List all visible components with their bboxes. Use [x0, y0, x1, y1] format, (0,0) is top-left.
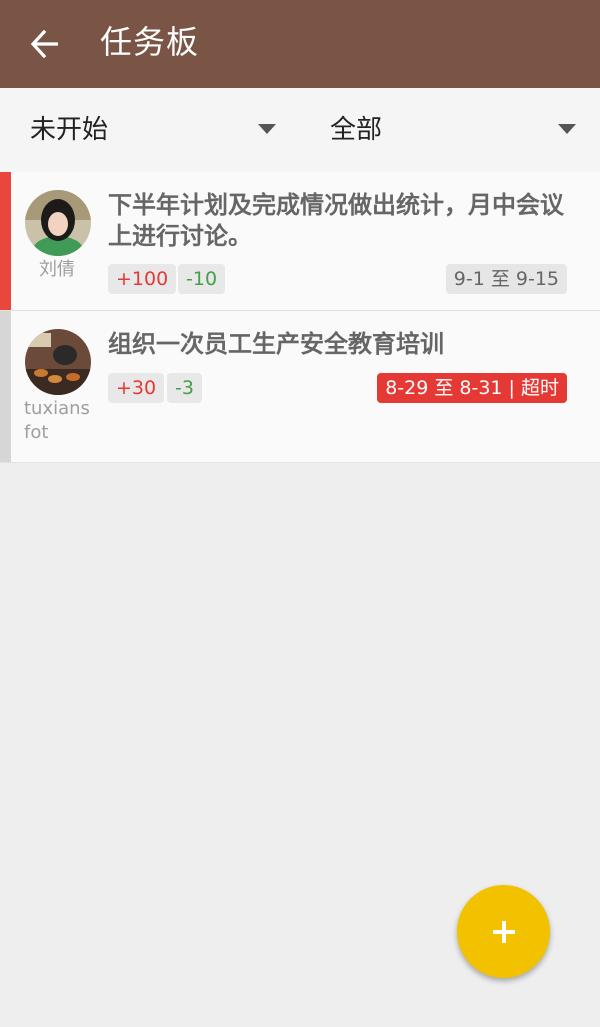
task-title: 组织一次员工生产安全教育培训: [108, 330, 444, 358]
penalty-points-badge: -10: [178, 264, 226, 294]
page-title: 任务板: [100, 23, 200, 61]
penalty-points-badge: -3: [167, 373, 202, 403]
app-bar: 任务板: [0, 0, 600, 88]
task-card[interactable]: 刘倩 下半年计划及完成情况做出统计，月中会议上进行讨论。 +100 -10 9-…: [0, 172, 600, 311]
arrow-left-icon: [30, 30, 58, 58]
filter-bar: 未开始 全部: [0, 88, 600, 173]
status-filter-label: 未开始: [30, 115, 109, 145]
reward-points-badge: +30: [108, 373, 165, 403]
date-range-badge: 9-1 至 9-15: [445, 264, 567, 294]
assignee-name: 刘倩: [39, 259, 75, 280]
avatar: [25, 329, 91, 395]
priority-stripe: [0, 172, 11, 310]
task-title: 下半年计划及完成情况做出统计，月中会议上进行讨论。: [108, 191, 564, 250]
add-task-button[interactable]: [457, 885, 550, 978]
plus-icon: [493, 921, 515, 943]
priority-stripe: [0, 311, 11, 462]
status-filter-dropdown[interactable]: 未开始: [30, 88, 276, 172]
overdue-date-badge: 8-29 至 8-31 | 超时: [377, 373, 567, 403]
scope-filter-dropdown[interactable]: 全部: [330, 88, 576, 172]
assignee-name: tuxiansfot: [24, 398, 90, 443]
reward-points-badge: +100: [108, 264, 177, 294]
scope-filter-label: 全部: [330, 115, 383, 145]
caret-down-icon: [258, 124, 276, 134]
back-button[interactable]: [22, 20, 70, 68]
caret-down-icon: [558, 124, 576, 134]
task-card[interactable]: tuxiansfot 组织一次员工生产安全教育培训 +30 -3 8-29 至 …: [0, 311, 600, 463]
avatar: [25, 190, 91, 256]
